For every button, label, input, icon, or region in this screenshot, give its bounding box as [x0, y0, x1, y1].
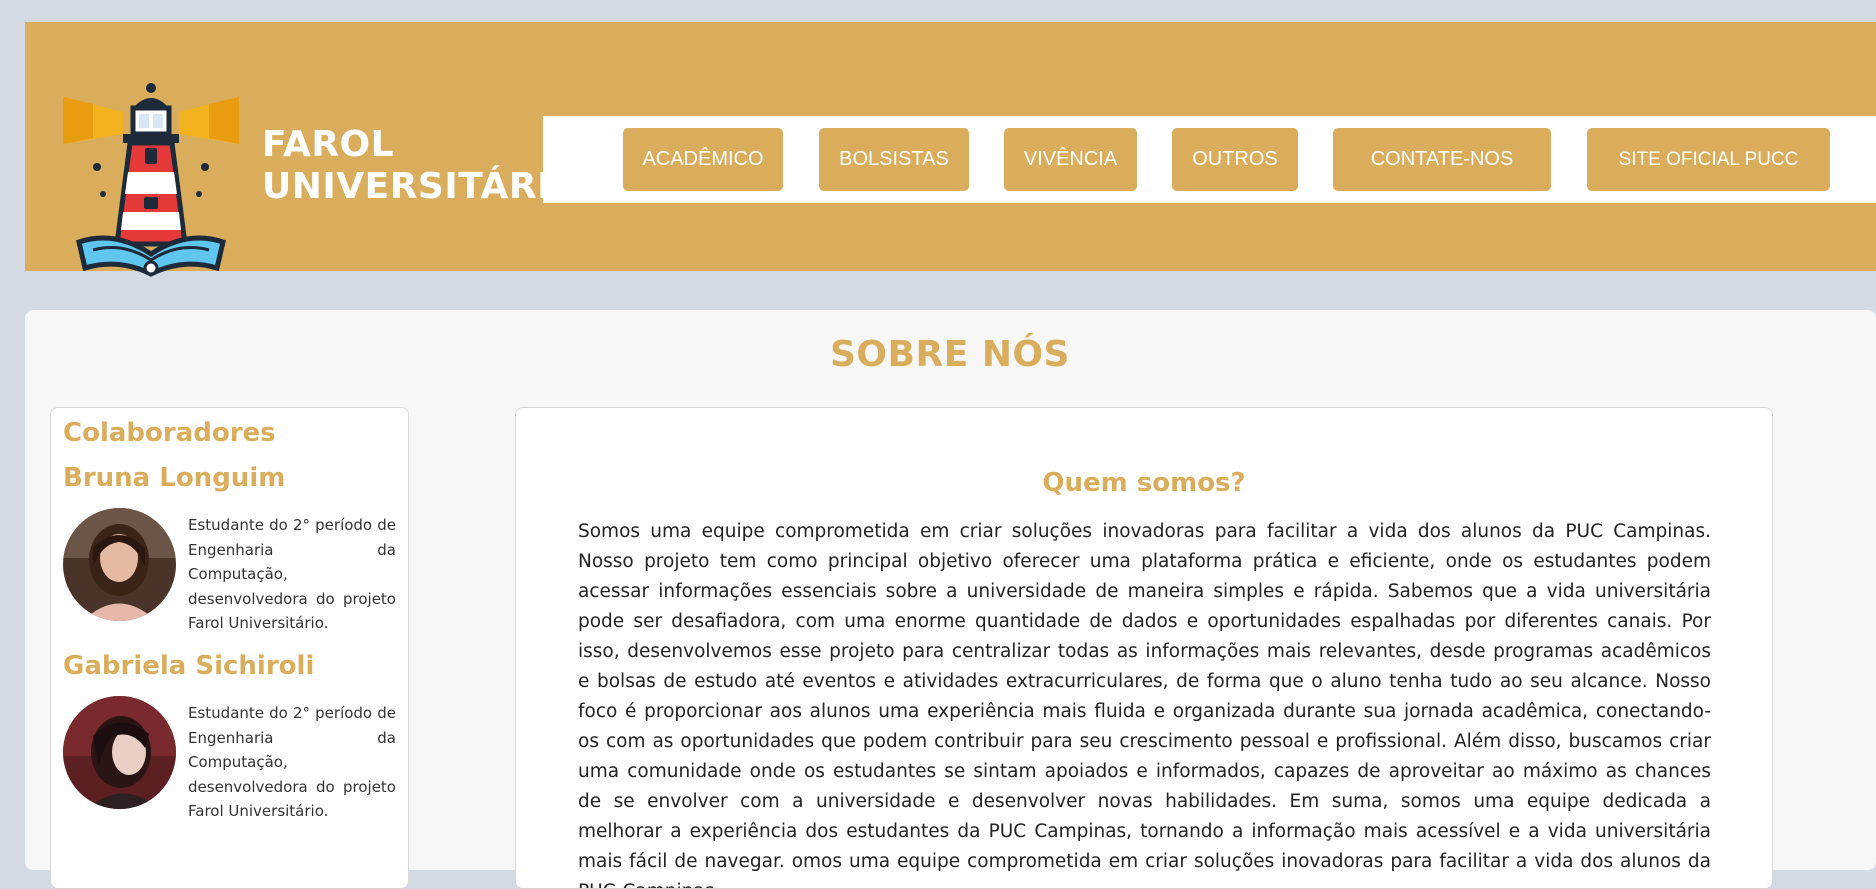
collaborators-sidebar: Colaboradores Bruna Longuim Estudante do… [50, 407, 409, 889]
nav-outros-button[interactable]: OUTROS [1172, 128, 1298, 191]
content-panel: SOBRE NÓS Colaboradores Bruna Longuim Es… [25, 310, 1876, 889]
brand-line-2: UNIVERSITÁRIO [262, 166, 583, 207]
collaborator-description: Estudante do 2° período de Engenharia da… [188, 516, 396, 632]
collaborator-name: Bruna Longuim [63, 463, 286, 493]
nav-contate-nos-button[interactable]: CONTATE-NOS [1333, 128, 1551, 191]
page-title: SOBRE NÓS [830, 334, 1070, 375]
section-title: Quem somos? [1042, 468, 1246, 498]
avatar [63, 508, 176, 621]
nav-site-oficial-pucc-button[interactable]: SITE OFICIAL PUCC [1587, 128, 1830, 191]
avatar-photo-icon [63, 508, 176, 621]
about-card: Quem somos? Somos uma equipe comprometid… [515, 407, 1773, 889]
site-brand[interactable]: FAROL UNIVERSITÁRIO [262, 124, 582, 208]
about-text: Somos uma equipe comprometida em criar s… [578, 521, 1711, 888]
nav-bolsistas-button[interactable]: BOLSISTAS [819, 128, 969, 191]
brand-line-1: FAROL [262, 124, 395, 165]
avatar [63, 696, 176, 809]
nav-vivencia-button[interactable]: VIVÊNCIA [1004, 128, 1137, 191]
sidebar-title: Colaboradores [63, 418, 276, 448]
avatar-photo-icon [63, 696, 176, 809]
collaborator-description: Estudante do 2° período de Engenharia da… [188, 704, 396, 820]
main-nav: ACADÊMICO BOLSISTAS VIVÊNCIA OUTROS CONT… [543, 116, 1876, 203]
site-header: FAROL UNIVERSITÁRIO ACADÊMICO BOLSISTAS … [25, 22, 1876, 277]
collaborator-name: Gabriela Sichiroli [63, 651, 315, 681]
nav-academico-button[interactable]: ACADÊMICO [623, 128, 783, 191]
lighthouse-logo-icon[interactable] [63, 82, 239, 277]
